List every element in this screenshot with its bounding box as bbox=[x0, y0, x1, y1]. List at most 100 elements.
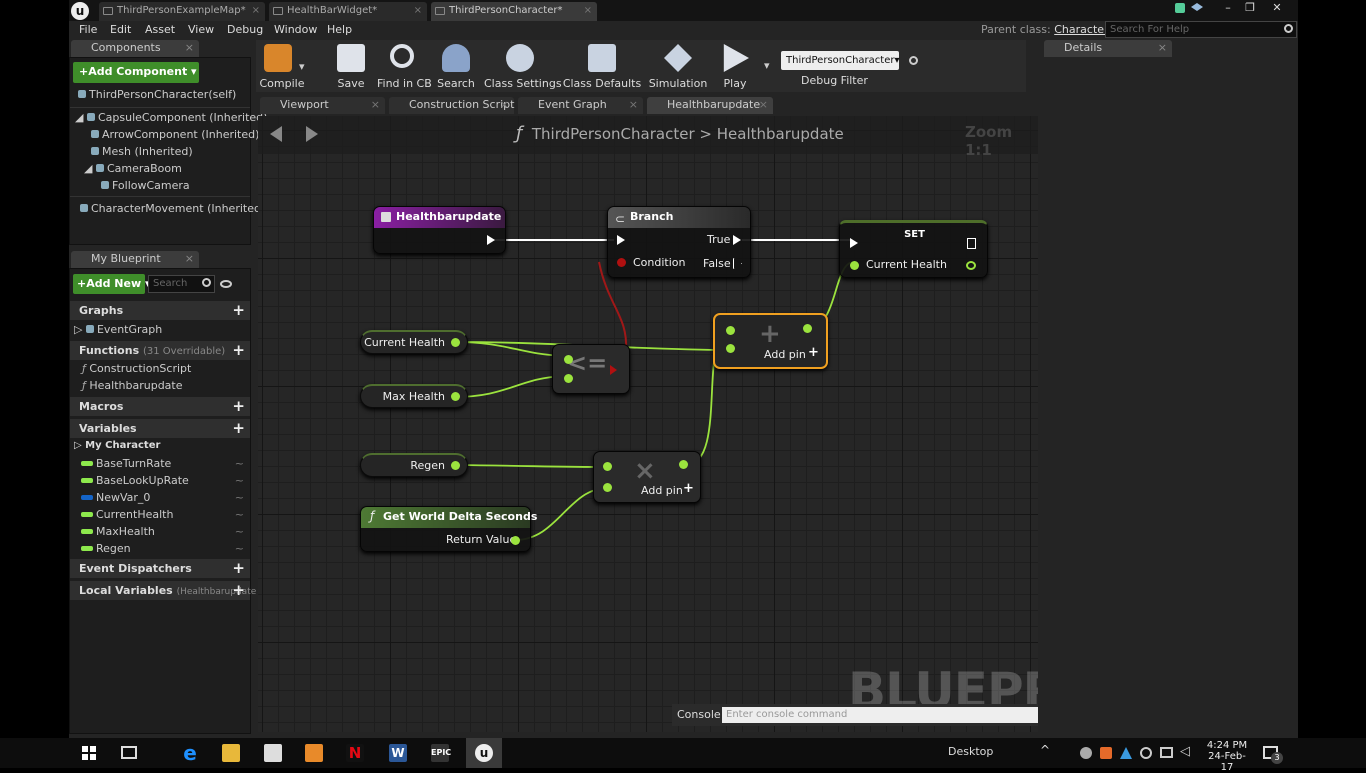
category-my-character[interactable]: ▷ My Character bbox=[74, 440, 160, 451]
multiply-node[interactable]: × Add pin + bbox=[593, 451, 701, 503]
netflix-icon[interactable]: N bbox=[346, 744, 364, 762]
exec-out-pin[interactable] bbox=[487, 235, 495, 245]
close-window-button[interactable]: ✕ bbox=[1266, 0, 1288, 16]
component-followcamera[interactable]: FollowCamera bbox=[101, 179, 190, 192]
variable-item[interactable]: BaseTurnRate ~ bbox=[70, 455, 250, 472]
maximize-button[interactable]: ❐ bbox=[1239, 0, 1261, 16]
menu-edit[interactable]: Edit bbox=[110, 21, 131, 38]
tray-app-icon[interactable] bbox=[1100, 747, 1112, 759]
component-capsule[interactable]: ◢ CapsuleComponent (Inherited) bbox=[75, 111, 267, 124]
output-pin[interactable] bbox=[451, 461, 460, 470]
help-search-input[interactable]: Search For Help bbox=[1105, 21, 1297, 38]
media-player-icon[interactable] bbox=[305, 744, 323, 762]
tab-viewport[interactable]: Viewport × bbox=[260, 97, 385, 114]
variable-item[interactable]: MaxHealth ~ bbox=[70, 523, 250, 540]
return-value-pin[interactable] bbox=[511, 536, 520, 545]
close-icon[interactable]: × bbox=[185, 40, 194, 56]
replication-icon[interactable]: ~ bbox=[235, 489, 244, 506]
tab-healthbarupdate[interactable]: Healthbarupdate × bbox=[647, 97, 773, 114]
less-equal-node[interactable]: <= bbox=[552, 344, 630, 394]
plus-icon[interactable]: + bbox=[683, 481, 694, 496]
component-arrow[interactable]: ArrowComponent (Inherited) bbox=[91, 128, 259, 141]
doc-tab-character[interactable]: ThirdPersonCharacter* × bbox=[431, 2, 597, 21]
parent-class-link[interactable]: Character bbox=[1054, 23, 1108, 36]
function-entry-node[interactable]: Healthbarupdate bbox=[373, 206, 506, 254]
exec-out-pin[interactable] bbox=[967, 238, 976, 249]
set-node[interactable]: SET Current Health bbox=[839, 220, 988, 278]
input-a-pin[interactable] bbox=[603, 462, 612, 471]
replication-icon[interactable]: ~ bbox=[235, 506, 244, 523]
details-tab[interactable]: Details × bbox=[1044, 40, 1172, 57]
chevron-down-icon[interactable]: ▾ bbox=[299, 60, 305, 73]
task-view-icon[interactable] bbox=[121, 746, 137, 759]
play-button[interactable]: Play bbox=[714, 40, 756, 92]
chevron-up-icon[interactable]: ^ bbox=[1040, 743, 1050, 757]
doc-tab-map[interactable]: ThirdPersonExampleMap* × bbox=[99, 2, 265, 21]
section-macros[interactable]: Macros + bbox=[70, 397, 250, 416]
cloud-drive-icon[interactable] bbox=[1120, 747, 1132, 759]
output-pin[interactable] bbox=[679, 460, 688, 469]
variable-item[interactable]: CurrentHealth ~ bbox=[70, 506, 250, 523]
current-health-in-pin[interactable] bbox=[850, 261, 859, 270]
section-graphs[interactable]: Graphs + bbox=[70, 301, 250, 320]
close-icon[interactable]: × bbox=[584, 2, 592, 20]
replication-icon[interactable]: ~ bbox=[235, 472, 244, 489]
menu-help[interactable]: Help bbox=[327, 21, 352, 38]
close-icon[interactable]: × bbox=[1158, 40, 1167, 56]
volume-icon[interactable]: ◁ bbox=[1180, 744, 1190, 759]
graduation-cap-icon[interactable] bbox=[1191, 3, 1203, 11]
component-cameraboom[interactable]: ◢ CameraBoom bbox=[84, 162, 182, 175]
add-node[interactable]: + Add pin + bbox=[713, 313, 828, 369]
close-icon[interactable]: × bbox=[185, 251, 194, 267]
function-constructionscript[interactable]: ƒ ConstructionScript bbox=[82, 362, 191, 375]
minimize-button[interactable]: – bbox=[1217, 0, 1239, 16]
get-current-health-node[interactable]: Current Health bbox=[360, 330, 468, 354]
word-icon[interactable]: W bbox=[389, 744, 407, 762]
blueprint-search-input[interactable]: Search bbox=[148, 275, 215, 293]
output-pin[interactable] bbox=[451, 392, 460, 401]
store-icon[interactable] bbox=[264, 744, 282, 762]
graph-eventgraph[interactable]: ▷ EventGraph bbox=[74, 323, 162, 336]
close-icon[interactable]: × bbox=[629, 97, 638, 113]
menu-file[interactable]: File bbox=[79, 21, 97, 38]
windows-start-icon[interactable] bbox=[82, 746, 96, 760]
replication-icon[interactable]: ~ bbox=[235, 455, 244, 472]
close-icon[interactable]: × bbox=[371, 97, 380, 113]
plus-icon[interactable]: + bbox=[232, 559, 245, 578]
component-self[interactable]: ThirdPersonCharacter(self) bbox=[78, 88, 236, 101]
close-icon[interactable]: × bbox=[759, 97, 768, 113]
menu-debug[interactable]: Debug bbox=[227, 21, 263, 38]
sync-icon[interactable] bbox=[1140, 747, 1152, 759]
my-blueprint-tab[interactable]: My Blueprint × bbox=[71, 251, 199, 268]
search-icon[interactable] bbox=[909, 56, 918, 65]
plus-icon[interactable]: + bbox=[232, 397, 245, 416]
graph-canvas[interactable]: ƒ ThirdPersonCharacter > Healthbarupdate… bbox=[258, 116, 1038, 732]
unreal-taskbar-item[interactable]: u bbox=[466, 738, 502, 768]
add-new-button[interactable]: +Add New ▾ bbox=[73, 274, 151, 294]
clock[interactable]: 4:24 PM 24-Feb-17 bbox=[1203, 740, 1251, 773]
function-healthbarupdate[interactable]: ƒ Healthbarupdate bbox=[82, 379, 183, 392]
menu-view[interactable]: View bbox=[188, 21, 214, 38]
plus-icon[interactable]: + bbox=[808, 345, 819, 360]
false-exec-pin[interactable] bbox=[733, 258, 742, 269]
epic-launcher-icon[interactable]: EPIC bbox=[431, 744, 451, 762]
bool-output-pin[interactable] bbox=[610, 365, 617, 375]
unreal-logo-icon[interactable]: u bbox=[71, 2, 89, 20]
find-in-cb-button[interactable]: Find in CB bbox=[377, 40, 432, 92]
current-health-out-pin[interactable] bbox=[966, 261, 976, 270]
file-explorer-icon[interactable] bbox=[222, 744, 240, 762]
tray-app-icon[interactable] bbox=[1080, 747, 1092, 759]
tab-construction-script[interactable]: Construction Script × bbox=[389, 97, 514, 114]
variable-item[interactable]: NewVar_0 ~ bbox=[70, 489, 250, 506]
doc-tab-widget[interactable]: HealthBarWidget* × bbox=[269, 2, 427, 21]
get-max-health-node[interactable]: Max Health bbox=[360, 384, 468, 408]
add-component-button[interactable]: +Add Component ▾ bbox=[73, 62, 199, 83]
menu-window[interactable]: Window bbox=[274, 21, 317, 38]
input-b-pin[interactable] bbox=[564, 374, 573, 383]
console-input[interactable]: Enter console command bbox=[722, 707, 1038, 723]
input-b-pin[interactable] bbox=[603, 483, 612, 492]
plus-icon[interactable]: + bbox=[232, 419, 245, 438]
close-icon[interactable]: × bbox=[414, 2, 422, 20]
close-icon[interactable]: × bbox=[500, 97, 509, 113]
get-regen-node[interactable]: Regen bbox=[360, 453, 468, 477]
